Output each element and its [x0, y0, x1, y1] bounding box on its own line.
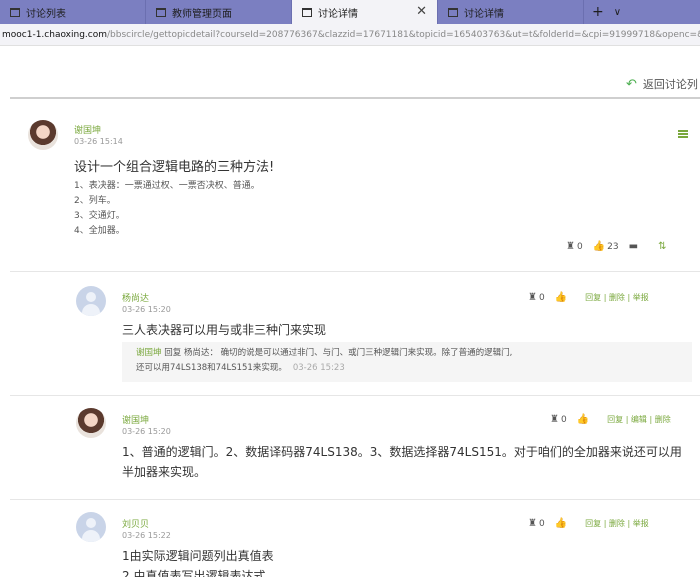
- page-icon: [302, 7, 312, 17]
- award-icon[interactable]: ♜: [528, 292, 537, 303]
- topic-line: 2、列车。: [74, 196, 116, 206]
- thumbs-up-icon[interactable]: 👍: [593, 241, 605, 252]
- thumbs-up-icon[interactable]: 👍: [577, 414, 589, 425]
- topic-body: 1、表决器：一票通过权、一票否决权、普通。 2、列车。 3、交通灯。 4、全加器…: [74, 179, 260, 239]
- avatar[interactable]: [76, 512, 106, 542]
- reply-item: 谢国坤 03-26 15:20 ♜ 0 👍 回复 | 编辑 | 删除 1、普通的逻…: [10, 396, 700, 500]
- quote-verb: 回复: [164, 348, 182, 358]
- like-count: 23: [607, 241, 619, 252]
- back-to-list-link[interactable]: ↶ 返回讨论列: [626, 76, 698, 92]
- quote-line-2: 还可以用74LS138和74LS151来实现。 03-26 15:23: [136, 361, 678, 376]
- tab-menu-button[interactable]: ∨: [614, 7, 621, 18]
- thumbs-up-icon[interactable]: 👍: [555, 292, 567, 303]
- reply-actions: ♜ 0 👍 回复 | 删除 | 举报: [528, 292, 649, 303]
- topic-actions: ♜ 0 👍 23 ▬ ⇅: [566, 241, 666, 252]
- tab-discussion-list[interactable]: 讨论列表: [0, 0, 146, 24]
- award-icon[interactable]: ♜: [566, 241, 575, 252]
- author-name[interactable]: 刘贝贝: [122, 517, 149, 530]
- quote-time: 03-26 15:23: [292, 363, 345, 373]
- page-icon: [156, 7, 166, 17]
- url-path: /bbscircle/gettopicdetail?courseId=20877…: [107, 30, 700, 40]
- tab-label: 讨论列表: [26, 8, 66, 20]
- tab-teacher-management[interactable]: 教师管理页面: [146, 0, 292, 24]
- avatar[interactable]: [76, 408, 106, 438]
- reply-links[interactable]: 回复 | 删除 | 举报: [585, 292, 649, 303]
- topic-line: 1、表决器：一票通过权、一票否决权、普通。: [74, 181, 260, 191]
- reply-time: 03-26 15:20: [122, 305, 171, 314]
- author-name[interactable]: 谢国坤: [74, 123, 101, 136]
- avatar[interactable]: [76, 286, 106, 316]
- topic-post: 谢国坤 03-26 15:14 设计一个组合逻辑电路的三种方法! 1、表决器：一…: [10, 99, 700, 272]
- quote-line-1: 谢国坤 回复 杨尚达： 确切的说是可以通过非门、与门、或门三种逻辑门来实现。除了…: [136, 346, 678, 361]
- page-icon: [448, 7, 458, 17]
- new-tab-button[interactable]: +: [592, 4, 604, 20]
- reply-actions: ♜ 0 👍 回复 | 删除 | 举报: [528, 518, 649, 529]
- quote-target: 杨尚达：: [183, 348, 218, 358]
- quote-text: 还可以用74LS138和74LS151来实现。: [136, 363, 287, 373]
- award-count: 0: [538, 292, 545, 303]
- topic-title: 设计一个组合逻辑电路的三种方法!: [74, 160, 275, 175]
- tab-label: 讨论详情: [464, 8, 504, 20]
- author-name[interactable]: 谢国坤: [122, 413, 149, 426]
- quote-author[interactable]: 谢国坤: [136, 348, 162, 358]
- topic-line: 3、交通灯。: [74, 211, 125, 221]
- author-name[interactable]: 杨尚达: [122, 291, 149, 304]
- topic-line: 4、全加器。: [74, 226, 125, 236]
- address-bar[interactable]: mooc1-1.chaoxing.com/bbscircle/gettopicd…: [0, 24, 700, 46]
- share-icon[interactable]: ⇅: [658, 241, 666, 252]
- quote-text: 确切的说是可以通过非门、与门、或门三种逻辑门来实现。除了普通的逻辑门,: [220, 348, 513, 358]
- avatar[interactable]: [28, 120, 58, 150]
- close-tab-icon[interactable]: ✕: [416, 4, 427, 19]
- tab-label: 讨论详情: [318, 8, 358, 20]
- award-icon[interactable]: ♜: [528, 518, 537, 529]
- reply-item: 刘贝贝 03-26 15:22 ♜ 0 👍 回复 | 删除 | 举报 1由实际逻辑…: [10, 500, 700, 577]
- award-icon[interactable]: ♜: [550, 414, 559, 425]
- tab-actions: + ∨: [584, 0, 621, 24]
- reply-actions: ♜ 0 👍 回复 | 编辑 | 删除: [550, 414, 671, 425]
- award-count: 0: [576, 241, 583, 252]
- tab-label: 教师管理页面: [172, 8, 232, 20]
- back-link-label: 返回讨论列: [642, 78, 698, 91]
- award-count: 0: [560, 414, 567, 425]
- url-host: mooc1-1.chaoxing.com: [2, 30, 108, 40]
- reply-links[interactable]: 回复 | 删除 | 举报: [585, 518, 649, 529]
- back-arrow-icon: ↶: [626, 76, 637, 92]
- menu-icon[interactable]: [678, 130, 688, 138]
- reply-line: 2.由真值表写出逻辑表达式: [122, 569, 266, 577]
- reply-time: 03-26 15:20: [122, 427, 171, 436]
- reply-item: 杨尚达 03-26 15:20 ♜ 0 👍 回复 | 删除 | 举报 三人表决器可…: [10, 272, 700, 396]
- award-count: 0: [538, 518, 545, 529]
- thumbs-up-icon[interactable]: 👍: [555, 518, 567, 529]
- reply-time: 03-26 15:22: [122, 531, 171, 540]
- post-time: 03-26 15:14: [74, 137, 123, 146]
- page-icon: [10, 7, 20, 17]
- reply-text: 1由实际逻辑问题列出真值表 2.由真值表写出逻辑表达式: [122, 546, 692, 577]
- comment-icon[interactable]: ▬: [629, 241, 638, 252]
- tab-discussion-detail-active[interactable]: 讨论详情 ✕: [292, 0, 438, 24]
- reply-links[interactable]: 回复 | 编辑 | 删除: [607, 414, 671, 425]
- browser-tab-bar: 讨论列表 教师管理页面 讨论详情 ✕ 讨论详情 + ∨: [0, 0, 700, 24]
- quoted-reply: 谢国坤 回复 杨尚达： 确切的说是可以通过非门、与门、或门三种逻辑门来实现。除了…: [122, 342, 692, 382]
- tab-discussion-detail[interactable]: 讨论详情: [438, 0, 584, 24]
- reply-text: 三人表决器可以用与或非三种门来实现: [122, 323, 327, 337]
- reply-text: 1、普通的逻辑门。2、数据译码器74LS138。3、数据选择器74LS151。对…: [122, 445, 682, 479]
- reply-line: 1由实际逻辑问题列出真值表: [122, 549, 274, 563]
